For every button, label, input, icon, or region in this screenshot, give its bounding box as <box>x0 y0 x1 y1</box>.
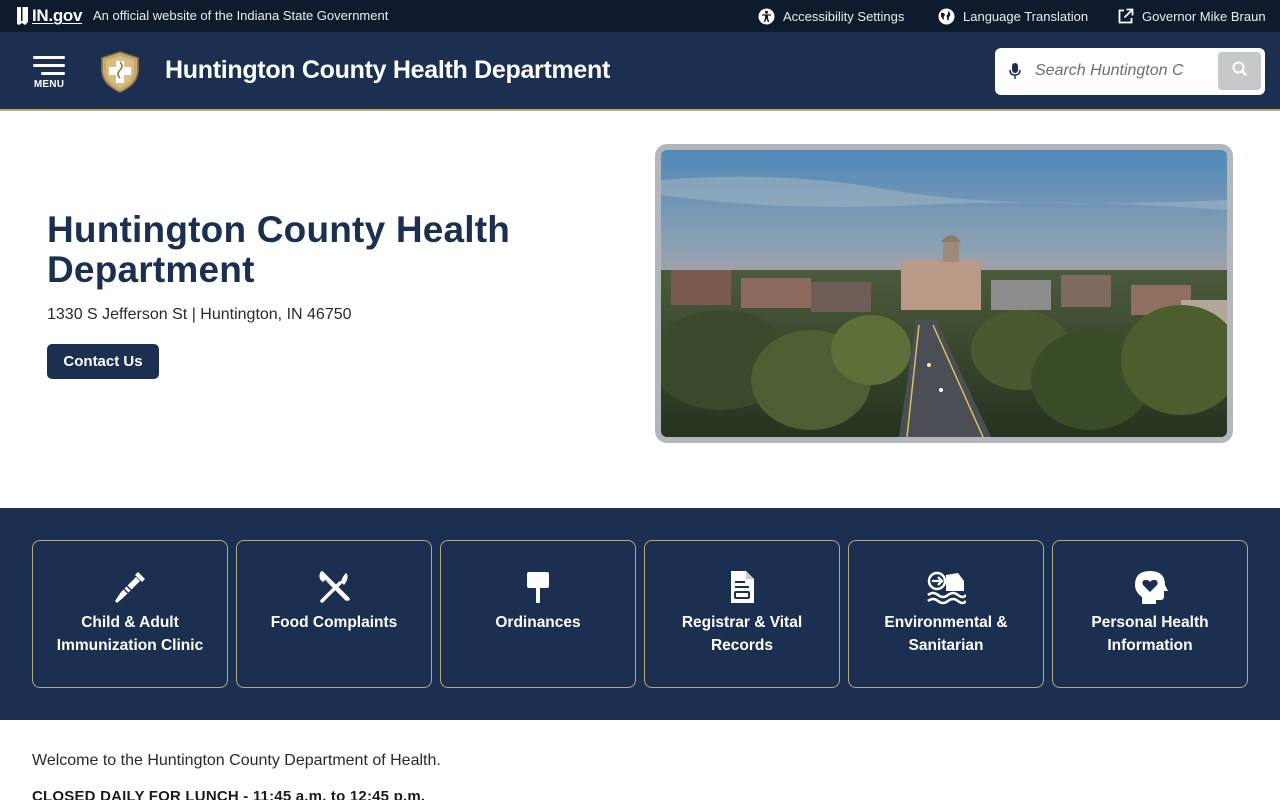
quick-link-vital-records[interactable]: Registrar & Vital Records <box>644 540 840 688</box>
quick-link-food-complaints[interactable]: Food Complaints <box>236 540 432 688</box>
quick-link-personal-health[interactable]: Personal Health Information <box>1052 540 1248 688</box>
hero-image <box>655 144 1233 443</box>
language-translation-link[interactable]: Language Translation <box>938 6 1088 26</box>
health-department-seal-icon[interactable] <box>98 50 142 94</box>
quick-link-label: Food Complaints <box>270 614 398 631</box>
welcome-text: Welcome to the Huntington County Departm… <box>32 752 441 769</box>
indiana-state-icon <box>16 7 30 25</box>
lunch-hours-notice: CLOSED DAILY FOR LUNCH - 11:45 a.m. to 1… <box>32 788 426 800</box>
menu-label: MENU <box>33 79 65 90</box>
address-text: 1330 S Jefferson St | Huntington, IN 467… <box>47 306 352 323</box>
search-icon <box>1232 61 1248 82</box>
microphone-icon[interactable] <box>1009 63 1021 85</box>
hamburger-icon <box>33 56 65 59</box>
syringe-icon <box>33 569 227 605</box>
in-gov-logo-text: IN.gov <box>32 6 83 25</box>
globe-icon <box>938 8 955 25</box>
quick-link-label: Ordinances <box>495 614 581 631</box>
external-link-icon <box>1117 8 1134 25</box>
quick-links-band: Child & Adult Immunization Clinic Food C… <box>0 508 1280 720</box>
site-title[interactable]: Huntington County Health Department <box>165 56 610 85</box>
contact-us-button[interactable]: Contact Us <box>47 344 159 379</box>
quick-link-environmental[interactable]: Environmental & Sanitarian <box>848 540 1044 688</box>
quick-link-label: Child & Adult Immunization Clinic <box>56 614 204 654</box>
governor-link-label: Governor Mike Braun <box>1142 8 1266 24</box>
accessibility-settings-label: Accessibility Settings <box>783 8 905 24</box>
quick-link-label: Environmental & Sanitarian <box>884 614 1008 654</box>
document-icon <box>645 569 839 605</box>
menu-button[interactable]: MENU <box>32 52 68 92</box>
in-gov-logo[interactable]: IN.gov <box>16 6 82 26</box>
site-header: MENU Huntington County Health Department <box>0 32 1280 111</box>
house-water-icon <box>849 569 1043 605</box>
language-translation-label: Language Translation <box>963 8 1089 24</box>
search-button[interactable] <box>1218 52 1261 90</box>
page-title: Huntington County Health Department <box>47 209 511 290</box>
search-box <box>995 48 1265 95</box>
head-heart-icon <box>1053 569 1247 605</box>
utensils-icon <box>237 569 431 605</box>
quick-link-label: Personal Health Information <box>1091 614 1209 654</box>
accessibility-icon <box>758 8 775 25</box>
state-bar: IN.gov An official website of the Indian… <box>0 0 1280 32</box>
quick-link-ordinances[interactable]: Ordinances <box>440 540 636 688</box>
quick-link-label: Registrar & Vital Records <box>681 614 803 654</box>
sign-icon <box>441 569 635 605</box>
accessibility-settings-link[interactable]: Accessibility Settings <box>758 6 904 26</box>
official-website-text: An official website of the Indiana State… <box>93 8 389 23</box>
governor-link[interactable]: Governor Mike Braun <box>1117 6 1266 26</box>
quick-link-immunization[interactable]: Child & Adult Immunization Clinic <box>32 540 228 688</box>
search-input[interactable] <box>1035 58 1187 84</box>
